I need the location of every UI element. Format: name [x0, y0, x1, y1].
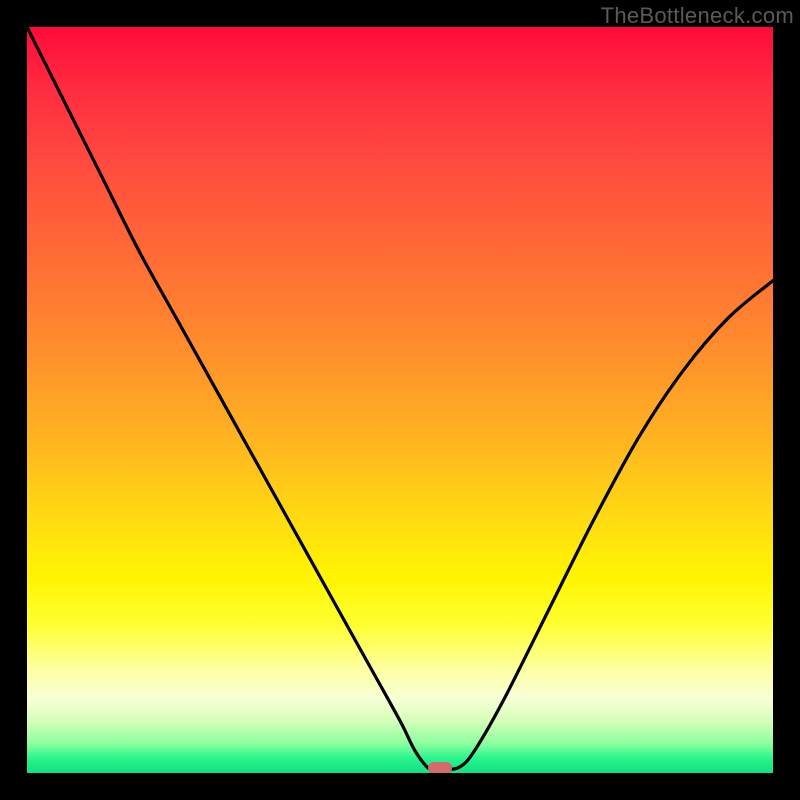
bottleneck-curve	[27, 27, 773, 771]
plot-area	[27, 27, 773, 773]
watermark-text: TheBottleneck.com	[601, 3, 794, 29]
chart-frame: TheBottleneck.com	[0, 0, 800, 800]
bottleneck-marker	[428, 762, 452, 773]
curve-svg	[27, 27, 773, 773]
